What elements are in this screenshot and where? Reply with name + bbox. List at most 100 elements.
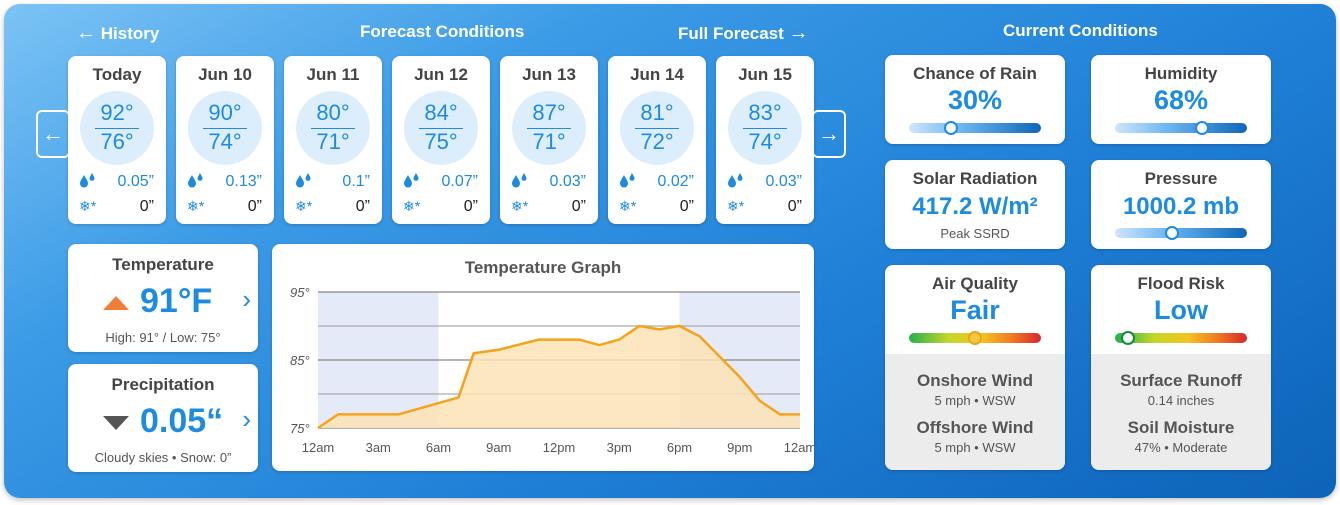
rain-indicator (944, 121, 959, 135)
full-forecast-link[interactable]: Full Forecast → (678, 22, 809, 45)
forecast-day-card[interactable]: Jun 12 84° 75° 0.07” ❄* 0” (392, 56, 490, 224)
pressure-card: Pressure 1000.2 mb (1091, 160, 1271, 249)
temperature-chart: 95° 85° 75° 12am 3am 6am 9am 12pm 3pm 6pm 9pm 12am (290, 285, 814, 455)
air-quality-bar (909, 331, 1041, 345)
solar-radiation-card: Solar Radiation 417.2 W/m² Peak SSRD (885, 160, 1065, 249)
rain-row: 0.02” (608, 173, 706, 193)
forecast-day-card[interactable]: Jun 11 80° 71° 0.1” ❄* 0” (284, 56, 382, 224)
low-temp: 74° (208, 129, 242, 154)
rain-row: 0.13” (176, 173, 274, 193)
chance-of-rain-bar (909, 121, 1041, 135)
snow-row: ❄* 0” (716, 198, 814, 218)
chevron-right-icon[interactable]: › (242, 404, 251, 435)
day-label: Jun 15 (738, 65, 792, 84)
arrow-left-icon: ← (76, 22, 96, 44)
snow-row: ❄* 0” (68, 198, 166, 218)
next-days-button[interactable]: → (812, 110, 846, 158)
raindrops-icon (403, 173, 421, 193)
rain-amount: 0.05” (117, 173, 154, 190)
rain-amount: 0.1” (342, 173, 370, 190)
high-temp: 87° (532, 100, 566, 125)
humidity-card: Humidity 68% (1091, 55, 1271, 144)
air-quality-title: Air Quality (932, 274, 1018, 293)
snow-row: ❄* 0” (608, 198, 706, 218)
soil-moisture-title: Soil Moisture (1127, 418, 1235, 437)
pressure-bar (1115, 226, 1247, 240)
snow-row: ❄* 0” (176, 198, 274, 218)
snow-amount: 0” (787, 198, 802, 215)
current-conditions-title: Current Conditions (1003, 21, 1158, 40)
wind-section: Onshore Wind 5 mph • WSW Offshore Wind 5… (885, 354, 1065, 470)
snow-amount: 0” (679, 198, 694, 215)
humidity-bar (1115, 121, 1247, 135)
air-quality-value: Fair (950, 295, 1000, 325)
temperature-circle: 80° 71° (296, 91, 370, 165)
chance-of-rain-title: Chance of Rain (913, 64, 1037, 83)
temperature-graph-card: Temperature Graph 95° 85° 75° 12am 3am 6am 9am… (272, 244, 814, 471)
humidity-value: 68% (1153, 85, 1209, 115)
temperature-circle: 90° 74° (188, 91, 262, 165)
x-tick-label: 12am (302, 440, 335, 455)
rain-row: 0.03” (500, 173, 598, 193)
snow-amount: 0” (571, 198, 586, 215)
temperature-title: Temperature (112, 255, 214, 274)
raindrops-icon (619, 173, 637, 193)
temperature-circle: 83° 74° (728, 91, 802, 165)
raindrops-icon (295, 173, 313, 193)
temperature-high-low: High: 91° / Low: 75° (105, 330, 221, 345)
forecast-day-card[interactable]: Today 92° 76° 0.05” ❄* 0” (68, 56, 166, 224)
full-forecast-label: Full Forecast (678, 24, 784, 43)
x-tick-label: 3am (366, 440, 391, 455)
forecast-day-card[interactable]: Jun 15 83° 74° 0.03” ❄* 0” (716, 56, 814, 224)
temperature-circle: 87° 71° (512, 91, 586, 165)
flood-risk-bar (1115, 331, 1247, 345)
history-link[interactable]: ← History (76, 22, 159, 45)
rain-row: 0.1” (284, 173, 382, 193)
raindrops-icon (79, 173, 97, 193)
humidity-title: Humidity (1144, 64, 1218, 83)
temperature-circle: 84° 75° (404, 91, 478, 165)
forecast-day-card[interactable]: Jun 14 81° 72° 0.02” ❄* 0” (608, 56, 706, 224)
y-tick-label: 85° (290, 353, 310, 368)
x-tick-label: 3pm (607, 440, 632, 455)
chance-of-rain-value: 30% (947, 85, 1003, 115)
snow-amount: 0” (463, 198, 478, 215)
solar-radiation-value: 417.2 W/m² (912, 193, 1038, 220)
offshore-wind-value: 5 mph • WSW (934, 440, 1016, 455)
raindrops-icon (187, 173, 205, 193)
low-temp: 72° (640, 129, 674, 154)
raindrops-icon (727, 173, 745, 193)
high-temp: 90° (208, 100, 242, 125)
low-temp: 71° (316, 129, 350, 154)
surface-runoff-title: Surface Runoff (1120, 371, 1242, 390)
arrow-right-icon: → (818, 121, 840, 146)
air-quality-card: Air Quality Fair Onshore Wind 5 mph • WS… (885, 265, 1065, 470)
snowflake-icon: ❄* (619, 198, 637, 214)
arrow-right-icon: → (788, 22, 809, 44)
pressure-indicator (1164, 226, 1179, 240)
flood-risk-card: Flood Risk Low Surface Runoff 0.14 inche… (1091, 265, 1271, 470)
rain-amount: 0.03” (765, 173, 802, 190)
x-tick-label: 6pm (667, 440, 692, 455)
forecast-title: Forecast Conditions (360, 22, 525, 41)
low-temp: 74° (748, 129, 782, 154)
precipitation-card[interactable]: Precipitation 0.05“ › Cloudy skies • Sno… (68, 364, 258, 472)
previous-days-button[interactable]: ← (36, 110, 70, 158)
chevron-right-icon[interactable]: › (242, 284, 251, 315)
offshore-wind-title: Offshore Wind (916, 418, 1034, 437)
rain-amount: 0.02” (657, 173, 694, 190)
flood-risk-indicator (1121, 331, 1136, 345)
soil-moisture-value: 47% • Moderate (1134, 440, 1228, 455)
humidity-indicator (1195, 121, 1210, 135)
high-temp: 81° (640, 100, 674, 125)
rain-amount: 0.13” (225, 173, 262, 190)
low-temp: 75° (424, 129, 458, 154)
trend-up-icon (103, 296, 129, 310)
y-tick-label: 95° (290, 285, 310, 300)
forecast-day-card[interactable]: Jun 10 90° 74° 0.13” ❄* 0” (176, 56, 274, 224)
low-temp: 76° (100, 129, 134, 154)
snow-row: ❄* 0” (392, 198, 490, 218)
temperature-card[interactable]: Temperature 91°F › High: 91° / Low: 75° (68, 244, 258, 352)
forecast-day-card[interactable]: Jun 13 87° 71° 0.03” ❄* 0” (500, 56, 598, 224)
solar-radiation-note: Peak SSRD (940, 226, 1010, 241)
